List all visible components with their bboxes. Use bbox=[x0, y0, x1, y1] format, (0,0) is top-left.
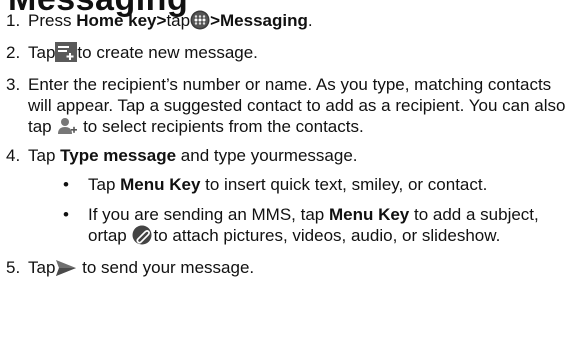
attach-icon bbox=[131, 225, 153, 245]
step-2: 2. Tap to create new message. bbox=[0, 42, 576, 63]
step-4: 4. Tap Type message and type yourmessage… bbox=[0, 145, 576, 246]
step-text: Tap bbox=[28, 258, 56, 277]
step-text: to send your message. bbox=[77, 258, 255, 277]
step-1: 1. Press Home key>tap >Messaging. bbox=[0, 10, 576, 31]
bullet-dot: • bbox=[63, 205, 69, 224]
step-body: Tap to create new message. bbox=[28, 42, 576, 63]
step-body: Press Home key>tap >Messaging. bbox=[28, 10, 576, 31]
bullet-item: • If you are sending an MMS, tap Menu Ke… bbox=[28, 204, 576, 246]
bullet-text: to insert quick text, smiley, or contact… bbox=[200, 175, 488, 194]
step-number: 5. bbox=[6, 258, 21, 277]
new-message-icon bbox=[55, 42, 78, 62]
send-icon bbox=[55, 259, 77, 277]
step-bold: Home key> bbox=[76, 11, 167, 30]
bullet-text: If you are sending an MMS, tap bbox=[88, 205, 329, 224]
bullet-text: Tap bbox=[88, 175, 121, 194]
step-3: 3. Enter the recipient’s number or name.… bbox=[0, 74, 576, 137]
step-body: Tap Type message and type yourmessage. bbox=[28, 145, 576, 166]
bullet-bold: Menu Key bbox=[120, 175, 201, 194]
step-text: tap bbox=[166, 11, 191, 30]
step-5: 5. Tap to send your message. bbox=[0, 257, 576, 278]
step-text: Tap bbox=[28, 146, 61, 165]
step-number: 3. bbox=[6, 75, 21, 94]
bullet-list: • Tap Menu Key to insert quick text, smi… bbox=[28, 174, 576, 246]
bullet-text: to attach pictures, videos, audio, or sl… bbox=[153, 226, 501, 245]
bullet-bold: Menu Key bbox=[328, 205, 410, 224]
apps-icon bbox=[190, 10, 210, 30]
step-text: . bbox=[307, 11, 313, 30]
step-number: 4. bbox=[6, 146, 21, 165]
bullet-item: • Tap Menu Key to insert quick text, smi… bbox=[28, 174, 576, 195]
step-body: Tap to send your message. bbox=[28, 257, 576, 278]
bullet-dot: • bbox=[63, 175, 69, 194]
step-text: to select recipients from the contacts. bbox=[78, 117, 364, 136]
step-bold: Type message bbox=[60, 146, 177, 165]
step-text: Tap bbox=[28, 43, 56, 62]
step-number: 2. bbox=[6, 43, 21, 62]
add-contact-icon bbox=[56, 116, 78, 136]
instruction-list: 1. Press Home key>tap >Messaging. 2. Tap t… bbox=[0, 10, 576, 289]
step-body: Enter the recipient’s number or name. As… bbox=[28, 74, 576, 137]
step-bold: >Messaging bbox=[210, 11, 308, 30]
step-number: 1. bbox=[6, 11, 21, 30]
step-text: to create new message. bbox=[77, 43, 258, 62]
step-text: Press bbox=[28, 11, 77, 30]
step-text: and type yourmessage. bbox=[176, 146, 358, 165]
